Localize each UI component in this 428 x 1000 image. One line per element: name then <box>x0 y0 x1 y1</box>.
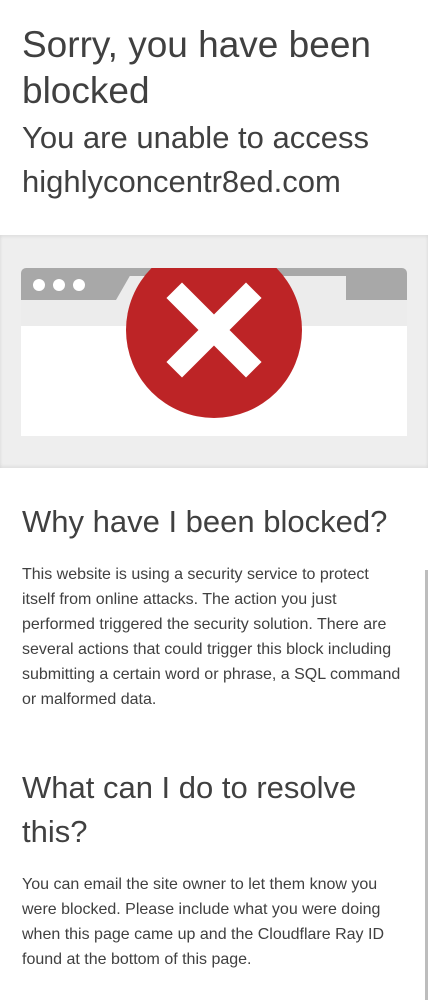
resolve-section: What can I do to resolve this? You can e… <box>22 766 406 972</box>
block-x-icon <box>126 268 302 418</box>
window-dot-icon <box>33 279 45 291</box>
window-dot-icon <box>53 279 65 291</box>
page-header: Sorry, you have been blocked You are una… <box>0 0 428 204</box>
window-dot-icon <box>73 279 85 291</box>
page-title: Sorry, you have been blocked <box>22 24 371 111</box>
browser-window-graphic <box>21 268 407 436</box>
why-blocked-section: Why have I been blocked? This website is… <box>22 500 406 712</box>
why-blocked-heading: Why have I been blocked? <box>22 504 388 539</box>
resolve-text: You can email the site owner to let them… <box>22 876 384 968</box>
page-subtitle: You are unable to access highlyconcentr8… <box>22 120 369 199</box>
main-content: Why have I been blocked? This website is… <box>0 500 428 972</box>
blocked-illustration <box>0 235 428 468</box>
why-blocked-text: This website is using a security service… <box>22 566 401 708</box>
resolve-heading: What can I do to resolve this? <box>22 770 357 849</box>
